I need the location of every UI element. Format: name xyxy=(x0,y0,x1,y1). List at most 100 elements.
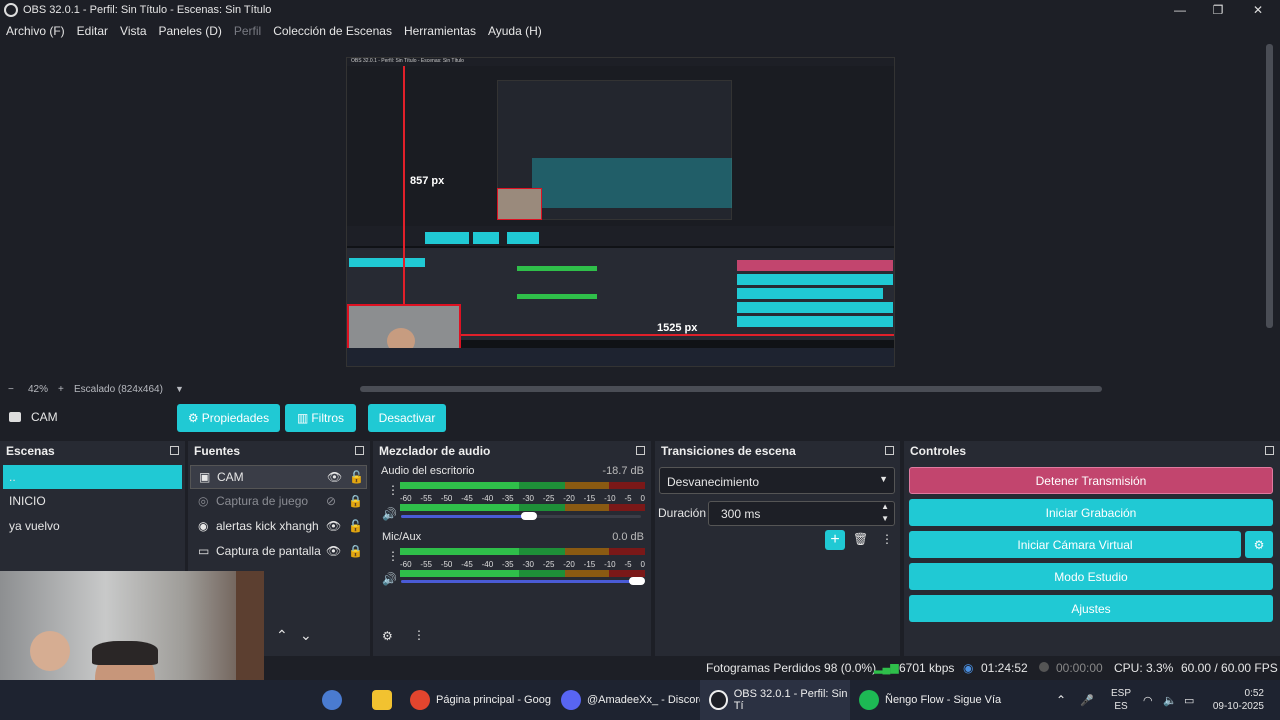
stream-icon: ◉ xyxy=(963,661,974,675)
properties-label: Propiedades xyxy=(201,411,270,425)
advanced-audio-icon[interactable]: ⚙ xyxy=(382,629,393,643)
language-indicator[interactable]: ESP ES xyxy=(1111,687,1131,713)
meter-green-dark xyxy=(519,570,565,577)
undock-icon[interactable] xyxy=(1265,446,1274,455)
volume-fill xyxy=(401,580,641,583)
spin-up-icon[interactable]: ▲ xyxy=(881,502,889,511)
kebab-menu-icon[interactable]: ⋮ xyxy=(413,628,425,642)
undock-icon[interactable] xyxy=(885,446,894,455)
obs-logo-icon xyxy=(4,3,18,17)
preview-vscrollbar[interactable] xyxy=(1266,44,1273,328)
kebab-menu-icon[interactable]: ⋮ xyxy=(881,532,893,546)
settings-button[interactable]: Ajustes xyxy=(909,595,1273,622)
start-recording-button[interactable]: Iniciar Grabación xyxy=(909,499,1273,526)
gamepad-icon: ◎ xyxy=(198,494,209,508)
taskbar-file-explorer[interactable] xyxy=(372,680,398,720)
spin-down-icon[interactable]: ▼ xyxy=(881,514,889,523)
wifi-icon[interactable]: ◠ xyxy=(1143,680,1153,720)
preview-canvas[interactable]: OBS 32.0.1 - Perfil: Sin Título - Escena… xyxy=(346,57,895,367)
duration-input[interactable]: 300 ms ▲ ▼ xyxy=(708,501,895,526)
lock-open-icon[interactable]: 🔓 xyxy=(349,470,364,484)
minimize-button[interactable]: — xyxy=(1160,0,1200,20)
sources-title: Fuentes xyxy=(194,444,241,458)
trash-icon[interactable]: 🗑 xyxy=(853,532,868,546)
gear-icon: ⚙ xyxy=(187,411,199,425)
source-item[interactable]: ▭ Captura de pantalla 👁 🔒 xyxy=(190,539,367,563)
maximize-button[interactable]: ❐ xyxy=(1198,0,1238,20)
status-bar: Fotogramas Perdidos 98 (0.0%) ▂▄▆ 6701 k… xyxy=(265,657,1280,679)
speaker-icon[interactable]: 🔊 xyxy=(382,507,397,521)
studio-mode-button[interactable]: Modo Estudio xyxy=(909,563,1273,590)
lock-open-icon[interactable]: 🔓 xyxy=(348,519,363,533)
volume-icon[interactable]: 🔈 xyxy=(1163,680,1177,720)
taskbar-spotify[interactable]: Ñengo Flow - Sigue Vía xyxy=(859,680,1001,720)
lock-icon[interactable]: 🔒 xyxy=(348,544,363,558)
menu-edit[interactable]: Editar xyxy=(77,24,108,38)
clock-time: 0:52 xyxy=(1244,688,1264,699)
zoom-in-button[interactable]: + xyxy=(58,384,72,395)
source-name: Captura de pantalla xyxy=(216,544,321,558)
chevron-down-icon[interactable]: ▼ xyxy=(175,384,184,394)
channel-db: 0.0 dB xyxy=(612,531,644,543)
source-item[interactable]: ◎ Captura de juego ⊘ 🔒 xyxy=(190,489,367,513)
scene-item[interactable]: .. xyxy=(3,465,182,489)
undock-icon[interactable] xyxy=(355,446,364,455)
virtual-camera-settings-button[interactable]: ⚙ xyxy=(1245,531,1273,558)
taskbar-obs[interactable]: OBS 32.0.1 - Perfil: Sin Tí xyxy=(700,680,850,720)
undock-icon[interactable] xyxy=(636,446,645,455)
add-transition-button[interactable]: + xyxy=(825,530,845,550)
start-virtual-camera-button[interactable]: Iniciar Cámara Virtual xyxy=(909,531,1241,558)
camera-icon xyxy=(9,412,21,422)
battery-icon[interactable]: ▭ xyxy=(1184,680,1194,720)
source-name: CAM xyxy=(217,470,244,484)
nested-title: OBS 32.0.1 - Perfil: Sin Título - Escena… xyxy=(351,58,464,64)
kebab-menu-icon[interactable]: ⋮ xyxy=(387,483,399,497)
deactivate-button[interactable]: Desactivar xyxy=(368,404,446,432)
tray-chevron-up-icon[interactable]: ⌃ xyxy=(1056,680,1066,720)
stop-stream-button[interactable]: Detener Transmisión xyxy=(909,467,1273,494)
filters-button[interactable]: ▥ Filtros xyxy=(285,404,356,432)
filter-icon: ▥ xyxy=(296,411,309,425)
scene-item[interactable]: ya vuelvo xyxy=(3,514,182,538)
menu-profile[interactable]: Perfil xyxy=(234,24,261,38)
eye-icon[interactable]: 👁 xyxy=(327,470,342,484)
eye-icon[interactable]: 👁 xyxy=(326,519,341,533)
taskbar-discord[interactable]: @AmadeeXx_ - Discord xyxy=(561,680,705,720)
volume-knob[interactable] xyxy=(521,512,537,520)
clock-date: 09-10-2025 xyxy=(1212,701,1264,712)
move-down-button[interactable]: ⌄ xyxy=(300,627,312,644)
menu-docks[interactable]: Paneles (D) xyxy=(159,24,222,38)
menu-help[interactable]: Ayuda (H) xyxy=(488,24,542,38)
horizontal-measure-label: 1525 px xyxy=(657,322,698,334)
zoom-out-button[interactable]: − xyxy=(8,384,22,395)
speaker-icon[interactable]: 🔊 xyxy=(382,572,397,586)
volume-knob[interactable] xyxy=(629,577,645,585)
transition-select[interactable]: Desvanecimiento ▼ xyxy=(659,467,895,494)
menu-file[interactable]: Archivo (F) xyxy=(6,24,65,38)
discord-icon xyxy=(561,690,581,710)
source-item[interactable]: ◉ alertas kick xhangh 👁 🔓 xyxy=(190,514,367,538)
taskbar-app[interactable] xyxy=(322,680,348,720)
close-button[interactable]: ✕ xyxy=(1238,0,1278,20)
microphone-icon[interactable]: 🎤 xyxy=(1080,680,1094,720)
channel-name: Audio del escritorio xyxy=(381,465,475,477)
volume-fill xyxy=(401,515,533,518)
undock-icon[interactable] xyxy=(170,446,179,455)
move-up-button[interactable]: ⌃ xyxy=(276,627,288,644)
chrome-icon xyxy=(410,690,430,710)
menu-view[interactable]: Vista xyxy=(120,24,146,38)
duration-value: 300 ms xyxy=(721,507,761,521)
kebab-menu-icon[interactable]: ⋮ xyxy=(387,549,399,563)
menu-scene-collection[interactable]: Colección de Escenas xyxy=(273,24,392,38)
lock-icon[interactable]: 🔒 xyxy=(348,494,363,508)
preview-hscrollbar[interactable] xyxy=(360,386,1102,392)
scene-item[interactable]: INICIO xyxy=(3,489,182,513)
meter-yellow xyxy=(565,570,609,577)
properties-button[interactable]: ⚙ Propiedades xyxy=(177,404,280,432)
eye-icon[interactable]: 👁 xyxy=(326,544,341,558)
clock[interactable]: 0:52 09-10-2025 xyxy=(1208,687,1264,713)
eye-hidden-icon[interactable]: ⊘ xyxy=(326,494,336,508)
taskbar-chrome[interactable]: Página principal - Goog xyxy=(410,680,551,720)
menu-tools[interactable]: Herramientas xyxy=(404,24,476,38)
source-item[interactable]: ▣ CAM 👁 🔓 xyxy=(190,465,367,489)
